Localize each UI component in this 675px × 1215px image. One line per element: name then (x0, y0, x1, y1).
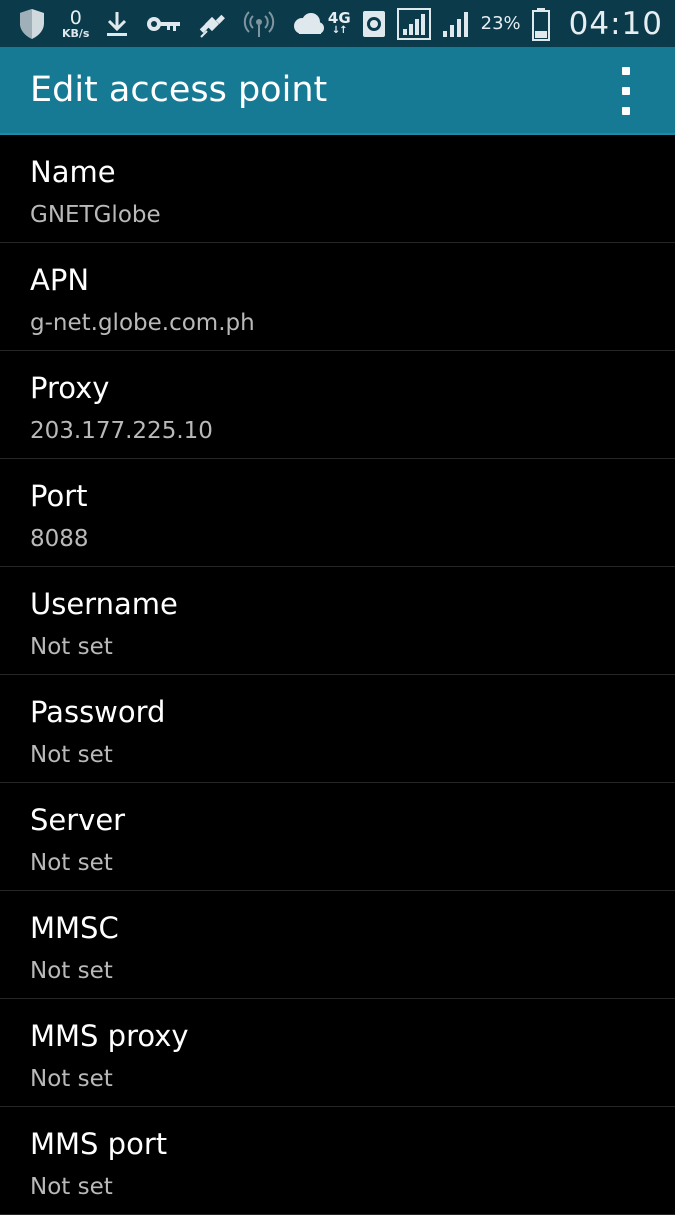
overflow-dot (622, 87, 630, 95)
field-value: g-net.globe.com.ph (30, 310, 255, 336)
more-vert-icon[interactable] (615, 67, 637, 115)
network-4g-icon: 4G ↓↑ (328, 11, 351, 36)
globe-icon (361, 9, 387, 39)
apn-field-username[interactable]: Username Not set (0, 567, 675, 675)
download-icon (105, 10, 129, 38)
key-icon (145, 14, 181, 34)
status-clock: 04:10 (568, 5, 663, 42)
field-value: GNETGlobe (30, 202, 161, 228)
field-label: MMS port (30, 1127, 168, 1161)
apn-field-mmsc[interactable]: MMSC Not set (0, 891, 675, 999)
field-label: Username (30, 587, 178, 621)
shield-icon (18, 8, 46, 40)
field-value: Not set (30, 1066, 113, 1092)
network-type-label: 4G (327, 9, 351, 27)
network-speed-unit: KB/s (62, 26, 90, 40)
satellite-icon (197, 9, 227, 39)
apn-field-password[interactable]: Password Not set (0, 675, 675, 783)
field-label: APN (30, 263, 90, 297)
apn-field-mms-port[interactable]: MMS port Not set (0, 1107, 675, 1215)
battery-percent: 23% (480, 13, 521, 34)
hotspot-icon (243, 10, 275, 38)
overflow-dot (622, 107, 630, 115)
signal-icon-2 (441, 9, 471, 39)
field-value: 8088 (30, 526, 89, 552)
network-activity-arrows: ↓↑ (331, 25, 348, 36)
field-label: Proxy (30, 371, 110, 405)
apn-field-name[interactable]: Name GNETGlobe (0, 135, 675, 243)
apn-settings-list: Name GNETGlobe APN g-net.globe.com.ph Pr… (0, 135, 675, 1215)
field-value: Not set (30, 850, 113, 876)
signal-icon-1 (396, 7, 431, 40)
field-value: Not set (30, 958, 113, 984)
field-label: Password (30, 695, 166, 729)
field-value: 203.177.225.10 (30, 418, 213, 444)
field-value: Not set (30, 742, 113, 768)
page-title: Edit access point (30, 70, 328, 110)
network-speed-value: 0 (69, 6, 82, 29)
network-speed: 0 KB/s (62, 6, 90, 40)
status-bar-right: 4G ↓↑ 23% 04:10 (328, 6, 663, 42)
status-bar: 0 KB/s 4G ↓↑ 23% 04:10 (0, 0, 675, 47)
cloud-icon (291, 12, 325, 36)
app-bar: Edit access point (0, 47, 675, 135)
field-label: Server (30, 803, 126, 837)
apn-field-mms-proxy[interactable]: MMS proxy Not set (0, 999, 675, 1107)
field-label: MMSC (30, 911, 119, 945)
field-label: Name (30, 155, 116, 189)
apn-field-proxy[interactable]: Proxy 203.177.225.10 (0, 351, 675, 459)
field-label: MMS proxy (30, 1019, 189, 1053)
field-value: Not set (30, 634, 113, 660)
overflow-dot (622, 67, 630, 75)
apn-field-apn[interactable]: APN g-net.globe.com.ph (0, 243, 675, 351)
status-bar-left: 0 KB/s (18, 8, 325, 40)
field-label: Port (30, 479, 88, 513)
apn-field-port[interactable]: Port 8088 (0, 459, 675, 567)
battery-icon (531, 7, 551, 41)
apn-field-server[interactable]: Server Not set (0, 783, 675, 891)
field-value: Not set (30, 1174, 113, 1200)
